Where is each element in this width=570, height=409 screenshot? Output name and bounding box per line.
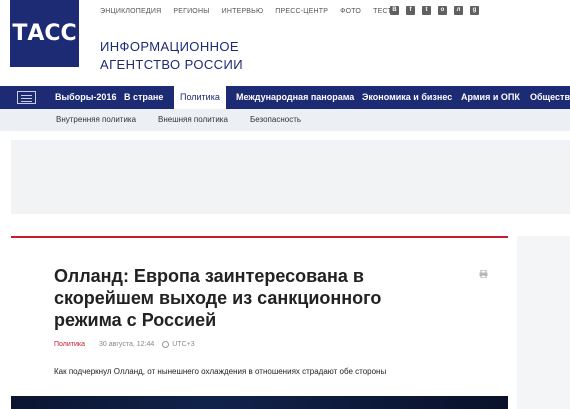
top-link-photo[interactable]: ФОТО [340, 8, 361, 15]
nav-item-economy[interactable]: Экономика и бизнес [362, 86, 452, 109]
subnav-security[interactable]: Безопасность [250, 109, 301, 131]
twitter-icon[interactable]: t [422, 6, 431, 15]
ad-banner [11, 140, 570, 214]
facebook-icon[interactable]: f [406, 6, 415, 15]
article-rubric[interactable]: Политика [54, 341, 85, 348]
nav-item-politics[interactable]: Политика [174, 86, 226, 109]
nav-item-country[interactable]: В стране [124, 86, 163, 109]
clock-icon [162, 341, 170, 348]
top-link-interviews[interactable]: ИНТЕРВЬЮ [222, 8, 264, 15]
social-icons: B f t o л g [390, 6, 479, 15]
agency-name: ИНФОРМАЦИОННОЕ АГЕНТСТВО РОССИИ [100, 38, 243, 74]
main-nav: Выборы-2016 В стране Политика Международ… [0, 86, 570, 109]
article-photo [11, 396, 508, 409]
livejournal-icon[interactable]: л [454, 6, 463, 15]
nav-item-international[interactable]: Международная панорама [236, 86, 354, 109]
agency-line-1: ИНФОРМАЦИОННОЕ [100, 39, 239, 54]
sub-nav: Внутренняя политика Внешняя политика Без… [0, 109, 570, 131]
article-title-line: скорейшем выходе из санкционного [54, 288, 382, 308]
article-title-line: Олланд: Европа заинтересована в [54, 266, 364, 286]
logo-text: ТАСС [12, 21, 77, 46]
top-links: ЭНЦИКЛОПЕДИЯ РЕГИОНЫ ИНТЕРВЬЮ ПРЕСС-ЦЕНТ… [100, 8, 410, 15]
right-sidebar [517, 236, 570, 409]
article-title: Олланд: Европа заинтересована в скорейше… [54, 265, 474, 331]
article-title-line: режима с Россией [54, 310, 217, 330]
subnav-foreign-policy[interactable]: Внешняя политика [158, 109, 228, 131]
article-date: 30 августа, 12:44 [99, 341, 155, 348]
article-timezone: UTC+3 [172, 341, 195, 348]
nav-item-army[interactable]: Армия и ОПК [461, 86, 520, 109]
nav-item-elections[interactable]: Выборы-2016 [55, 86, 116, 109]
agency-line-2: АГЕНТСТВО РОССИИ [100, 57, 243, 72]
site-header: ТАСС ЭНЦИКЛОПЕДИЯ РЕГИОНЫ ИНТЕРВЬЮ ПРЕСС… [0, 0, 570, 85]
article-lead: Как подчеркнул Олланд, от нынешнего охла… [54, 367, 387, 376]
hamburger-menu-icon[interactable] [17, 91, 36, 104]
article-card: Олланд: Европа заинтересована в скорейше… [11, 236, 508, 409]
subnav-domestic-politics[interactable]: Внутренняя политика [56, 109, 136, 131]
top-link-press-center[interactable]: ПРЕСС-ЦЕНТР [275, 8, 328, 15]
top-link-encyclopedia[interactable]: ЭНЦИКЛОПЕДИЯ [100, 8, 161, 15]
top-link-regions[interactable]: РЕГИОНЫ [173, 8, 209, 15]
tass-logo[interactable]: ТАСС [10, 0, 79, 67]
nav-item-society[interactable]: Общество [530, 86, 570, 109]
article-meta: Политика 30 августа, 12:44 UTC+3 [54, 341, 195, 348]
odnoklassniki-icon[interactable]: o [438, 6, 447, 15]
vk-icon[interactable]: B [390, 6, 399, 15]
print-icon[interactable] [479, 270, 488, 278]
google-plus-icon[interactable]: g [470, 6, 479, 15]
